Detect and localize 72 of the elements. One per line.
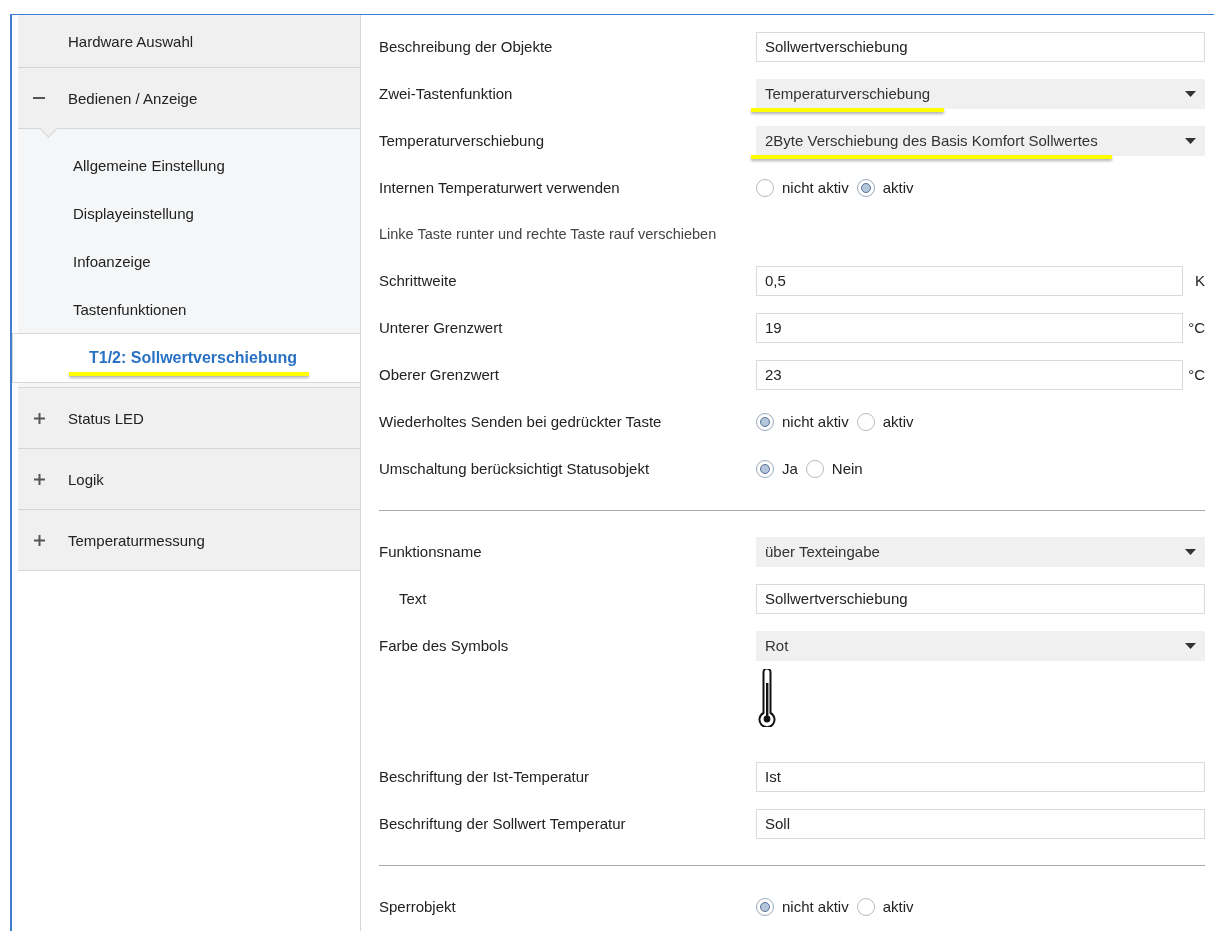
- radio-label: aktiv: [882, 898, 914, 915]
- input-field[interactable]: Ist: [756, 761, 1205, 792]
- radio-label: nicht aktiv: [782, 413, 849, 430]
- radio-button[interactable]: [756, 178, 774, 197]
- caret-icon: [1185, 90, 1196, 97]
- sidebar-item[interactable]: Displayeinstellung: [18, 189, 360, 237]
- unit-label: K: [1194, 272, 1205, 289]
- sidebar-item-label: Temperaturmessung: [68, 531, 205, 549]
- caret-icon: [1185, 137, 1196, 144]
- input-field[interactable]: 19: [756, 312, 1183, 343]
- expand-icon[interactable]: [33, 534, 45, 546]
- radio-button[interactable]: [756, 412, 774, 431]
- thermometer-icon: [756, 669, 778, 727]
- expand-icon[interactable]: [33, 412, 45, 424]
- field-label: Unterer Grenzwert: [379, 319, 504, 336]
- radio-label: aktiv: [882, 179, 914, 196]
- sidebar-item-label: T1/2: Sollwertverschiebung: [89, 349, 298, 367]
- caret-icon: [1185, 642, 1196, 649]
- sidebar-item-label: Logik: [68, 470, 104, 488]
- dropdown[interactable]: Rot: [756, 630, 1205, 661]
- unit-label: °C: [1187, 319, 1205, 336]
- field-label: Umschaltung berücksichtigt Statusobjekt: [379, 460, 651, 477]
- radio-button[interactable]: [856, 412, 875, 431]
- input-field[interactable]: Sollwertverschiebung: [756, 583, 1205, 614]
- field-label: Internen Temperaturwert verwenden: [379, 179, 621, 196]
- field-label: Schrittweite: [379, 272, 458, 289]
- dropdown[interactable]: über Texteingabe: [756, 536, 1205, 567]
- radio-label: nicht aktiv: [782, 898, 849, 915]
- sidebar-item[interactable]: Allgemeine Einstellung: [18, 141, 360, 189]
- field-label: Funktionsname: [379, 543, 483, 560]
- sidebar-item-label: Bedienen / Anzeige: [68, 89, 198, 107]
- field-label: Zwei-Tastenfunktion: [379, 85, 514, 102]
- radio-label: Ja: [782, 460, 798, 477]
- sidebar-item[interactable]: T1/2: Sollwertverschiebung: [12, 333, 360, 383]
- radio-button[interactable]: [856, 178, 875, 197]
- sidebar-item-label: Tastenfunktionen: [73, 300, 187, 318]
- input-field[interactable]: Soll: [756, 808, 1205, 839]
- sidebar-item-label: Infoanzeige: [73, 252, 151, 270]
- radio-button[interactable]: [805, 459, 824, 478]
- radio-button[interactable]: [756, 459, 774, 478]
- expand-icon[interactable]: [33, 473, 45, 485]
- caret-icon: [1185, 548, 1196, 555]
- hint-text: Linke Taste runter und rechte Taste rauf verschieben: [379, 226, 717, 242]
- field-label: Text: [398, 590, 428, 607]
- sidebar-item[interactable]: Bedienen / Anzeige: [18, 68, 360, 129]
- field-label: Beschriftung der Ist-Temperatur: [379, 768, 591, 785]
- radio-button[interactable]: [756, 897, 774, 916]
- sidebar-item[interactable]: Infoanzeige: [18, 237, 360, 285]
- field-label: Sperrobjekt: [379, 898, 457, 915]
- sidebar-item-label: Displayeinstellung: [73, 204, 194, 222]
- input-field[interactable]: 0,5: [756, 265, 1183, 296]
- sidebar-item[interactable]: Temperaturmessung: [18, 510, 360, 571]
- sidebar-item[interactable]: Tastenfunktionen: [18, 285, 360, 333]
- input-field[interactable]: Sollwertverschiebung: [756, 31, 1205, 62]
- sidebar-item-label: Allgemeine Einstellung: [73, 156, 225, 174]
- sidebar-item-label: Status LED: [68, 409, 144, 427]
- field-label: Beschriftung der Sollwert Temperatur: [379, 815, 627, 832]
- field-label: Wiederholtes Senden bei gedrückter Taste: [379, 413, 663, 430]
- field-label: Beschreibung der Objekte: [379, 38, 554, 55]
- radio-label: Nein: [831, 460, 863, 477]
- unit-label: °C: [1187, 366, 1205, 383]
- radio-label: aktiv: [882, 413, 914, 430]
- sidebar-item[interactable]: Logik: [18, 449, 360, 510]
- input-field[interactable]: 23: [756, 359, 1183, 390]
- field-label: Oberer Grenzwert: [379, 366, 501, 383]
- radio-label: nicht aktiv: [782, 179, 849, 196]
- field-label: Farbe des Symbols: [379, 637, 510, 654]
- sidebar-item[interactable]: Hardware Auswahl: [18, 15, 360, 68]
- field-label: Temperaturverschiebung: [379, 132, 546, 149]
- sidebar-item-label: Hardware Auswahl: [68, 32, 194, 50]
- radio-button[interactable]: [856, 897, 875, 916]
- sidebar-item[interactable]: Status LED: [18, 388, 360, 449]
